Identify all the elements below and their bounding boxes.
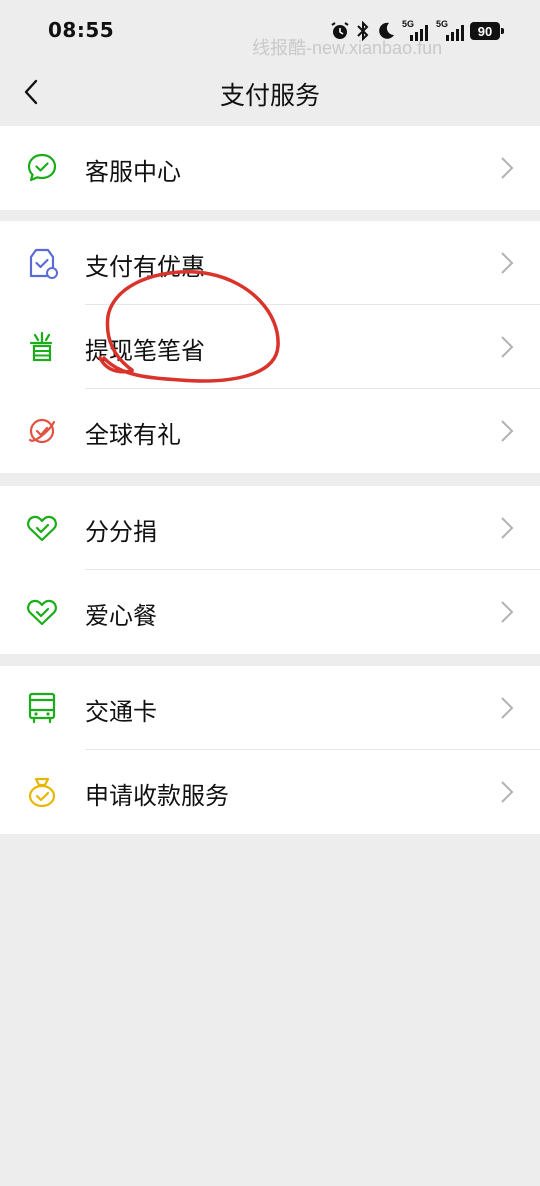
row-label: 全球有礼 <box>85 421 181 449</box>
group-service: 客服中心 <box>0 126 540 210</box>
globe-check-icon <box>28 418 56 444</box>
row-payment-discount[interactable]: 支付有优惠 <box>0 221 540 305</box>
chevron-right-icon <box>501 517 514 539</box>
group-charity: 分分捐 爱心餐 <box>0 486 540 654</box>
status-icons: 5G 5G 90 <box>330 19 504 42</box>
page-title: 支付服务 <box>219 81 320 110</box>
row-transit-card[interactable]: 交通卡 <box>0 666 540 750</box>
chevron-right-icon <box>501 157 514 179</box>
chevron-right-icon <box>501 420 514 442</box>
chevron-right-icon <box>501 697 514 719</box>
battery-icon: 90 <box>470 22 504 40</box>
chevron-right-icon <box>501 781 514 803</box>
row-label: 支付有优惠 <box>85 253 205 281</box>
nav-bar: 支付服务 <box>0 58 540 126</box>
row-donate[interactable]: 分分捐 <box>0 486 540 570</box>
row-label: 提现笔笔省 <box>85 337 205 365</box>
save-icon <box>29 331 53 362</box>
group-payments: 交通卡 申请收款服务 <box>0 666 540 834</box>
row-label: 分分捐 <box>85 518 157 546</box>
bluetooth-icon <box>357 21 369 41</box>
row-withdraw-save[interactable]: 提现笔笔省 <box>0 305 540 389</box>
bus-icon <box>28 692 56 724</box>
row-customer-service[interactable]: 客服中心 <box>0 126 540 210</box>
signal-5g-icon: 5G <box>402 19 428 41</box>
alarm-icon <box>331 22 349 39</box>
chevron-right-icon <box>501 252 514 274</box>
chevron-right-icon <box>501 601 514 623</box>
chevron-right-icon <box>501 336 514 358</box>
row-label: 客服中心 <box>85 158 181 186</box>
coupon-icon <box>29 248 58 279</box>
status-time: 08:55 <box>48 18 115 42</box>
row-label: 交通卡 <box>85 698 157 726</box>
row-love-meal[interactable]: 爱心餐 <box>0 570 540 654</box>
chat-check-icon <box>27 153 57 182</box>
moon-icon <box>379 22 394 39</box>
group-offers: 支付有优惠 提现笔笔省 全球有礼 <box>0 221 540 473</box>
status-bar: 08:55 线报酷-new.xianbao.fun 5G 5G 90 <box>0 0 540 58</box>
row-label: 申请收款服务 <box>85 782 229 810</box>
row-apply-collection[interactable]: 申请收款服务 <box>0 750 540 834</box>
money-bag-icon <box>28 777 56 808</box>
row-label: 爱心餐 <box>85 602 157 630</box>
heart-check-icon-2 <box>27 599 57 626</box>
row-global-gift[interactable]: 全球有礼 <box>0 389 540 473</box>
signal-5g-icon-2: 5G <box>434 19 464 41</box>
heart-check-icon <box>27 515 57 542</box>
